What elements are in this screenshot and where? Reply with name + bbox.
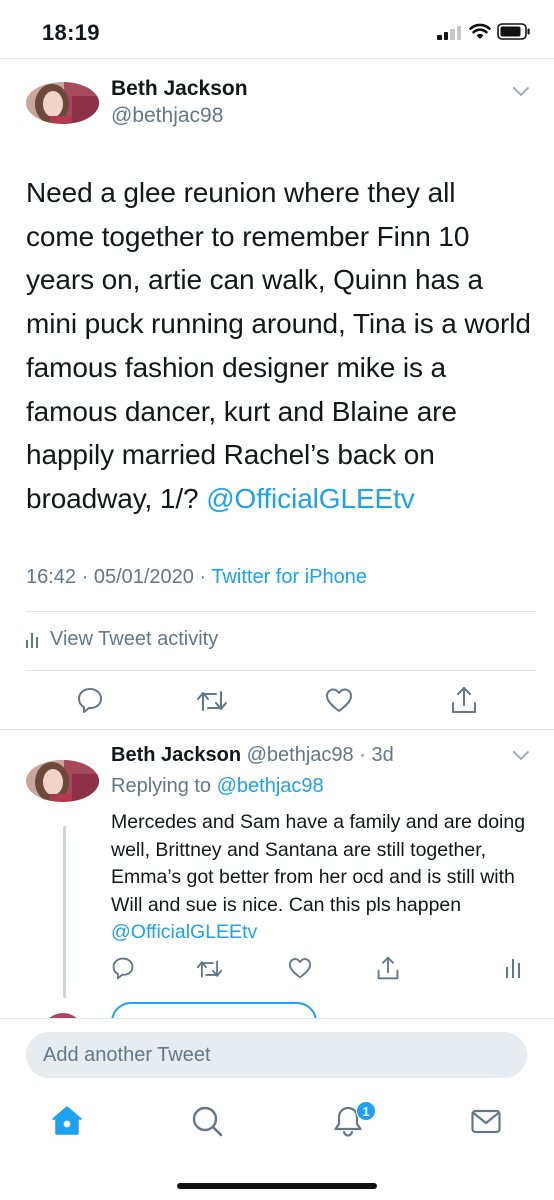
reply-chevron-down-icon[interactable] xyxy=(512,750,530,762)
notification-badge: 1 xyxy=(356,1101,376,1121)
tweet-divider xyxy=(0,729,554,730)
tweet-mention-link[interactable]: @OfficialGLEEtv xyxy=(206,483,415,514)
tweet-timestamp: 16:42 · 05/01/2020 · xyxy=(26,566,212,588)
author-handle[interactable]: @bethjac98 xyxy=(111,104,223,128)
reply-reply-icon[interactable] xyxy=(111,956,135,980)
thread-line xyxy=(63,826,66,998)
reply-like-icon[interactable] xyxy=(288,957,312,979)
wifi-icon xyxy=(469,23,491,39)
reply-author-name[interactable]: Beth Jackson xyxy=(111,744,241,766)
meta-divider xyxy=(26,611,536,612)
search-icon[interactable] xyxy=(190,1104,224,1138)
reply-activity-icon[interactable] xyxy=(505,958,521,978)
reply-icon[interactable] xyxy=(76,686,104,714)
tweet-body: Need a glee reunion where they all come … xyxy=(26,177,531,514)
retweet-icon[interactable] xyxy=(196,688,228,714)
reply-body: Mercedes and Sam have a family and are d… xyxy=(111,811,526,916)
chevron-down-icon[interactable] xyxy=(512,86,530,98)
replying-to: Replying to @bethjac98 xyxy=(111,775,324,798)
tweet-text: Need a glee reunion where they all come … xyxy=(26,171,531,521)
header-divider xyxy=(0,58,554,59)
add-another-tweet-input[interactable]: Add another Tweet xyxy=(26,1032,527,1078)
tweet-meta: 16:42 · 05/01/2020 · Twitter for iPhone xyxy=(26,566,367,589)
status-bar: 18:19 xyxy=(0,0,554,58)
reply-mention-link[interactable]: @OfficialGLEEtv xyxy=(111,921,257,943)
status-time: 18:19 xyxy=(42,20,100,45)
author-avatar[interactable] xyxy=(26,82,99,124)
activity-divider xyxy=(26,670,536,671)
share-icon[interactable] xyxy=(450,685,478,715)
home-icon[interactable] xyxy=(50,1104,84,1138)
messages-icon[interactable] xyxy=(469,1104,503,1138)
home-indicator[interactable] xyxy=(177,1183,377,1189)
view-activity-button[interactable]: View Tweet activity xyxy=(26,628,218,651)
tweet-source-link[interactable]: Twitter for iPhone xyxy=(211,566,367,588)
compose-bar: Add another Tweet xyxy=(0,1018,554,1090)
reply-retweet-icon[interactable] xyxy=(196,958,223,980)
reply-text: Mercedes and Sam have a family and are d… xyxy=(111,809,531,947)
battery-icon xyxy=(497,23,530,40)
reply-age: · 3d xyxy=(353,744,394,766)
signal-icon xyxy=(437,24,463,40)
activity-bars-icon xyxy=(26,632,40,648)
like-icon[interactable] xyxy=(325,687,353,713)
reply-share-icon[interactable] xyxy=(376,955,400,981)
author-name[interactable]: Beth Jackson xyxy=(111,77,248,101)
replying-prefix: Replying to xyxy=(111,775,217,797)
replying-to-link[interactable]: @bethjac98 xyxy=(217,775,324,797)
reply-header: Beth Jackson @bethjac98 · 3d xyxy=(111,744,394,767)
reply-author-avatar[interactable] xyxy=(26,760,99,802)
view-activity-label: View Tweet activity xyxy=(50,628,219,650)
reply-author-handle[interactable]: @bethjac98 xyxy=(247,744,354,766)
